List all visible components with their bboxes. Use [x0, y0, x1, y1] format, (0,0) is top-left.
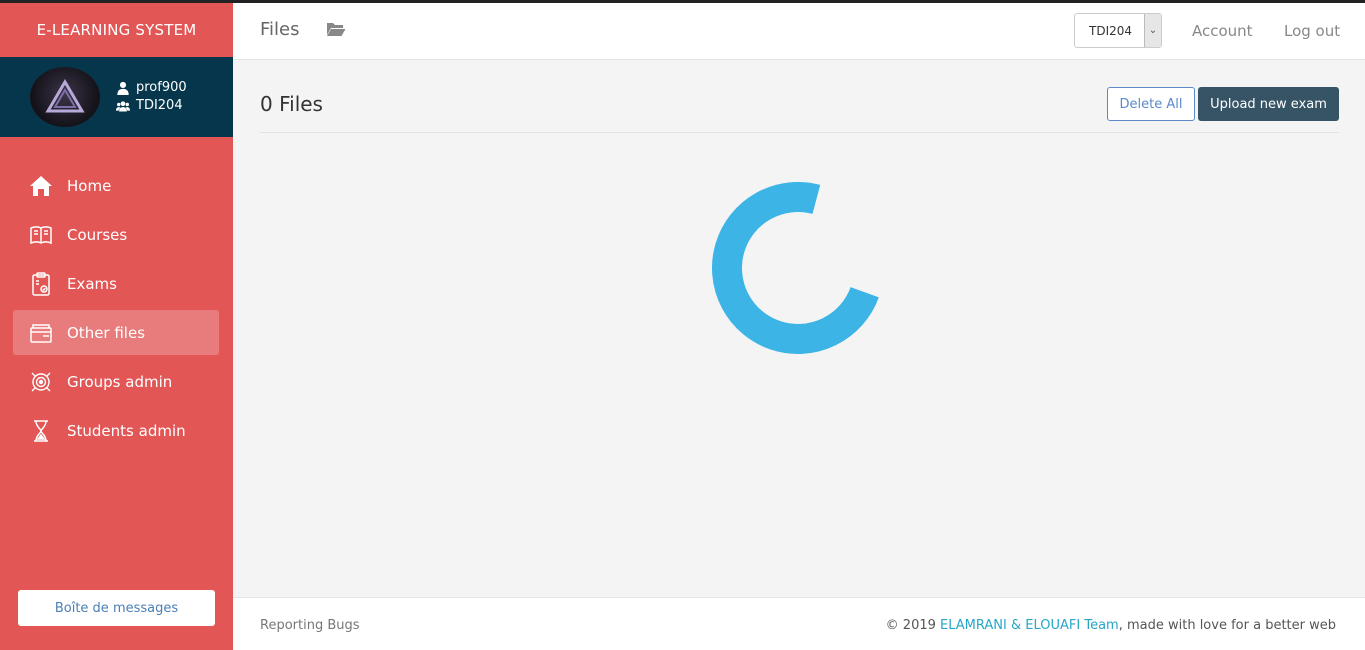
home-icon — [27, 172, 55, 200]
sidebar-item-other-files[interactable]: Other files — [13, 310, 219, 355]
user-info: prof900 TDI204 — [116, 79, 187, 115]
sidebar-item-label: Students admin — [67, 421, 186, 440]
loading-spinner — [712, 182, 879, 354]
sidebar-item-label: Groups admin — [67, 372, 173, 391]
sidebar-item-label: Home — [67, 176, 112, 195]
users-icon — [116, 101, 130, 112]
account-link[interactable]: Account — [1192, 22, 1253, 40]
group-select[interactable]: TDI204 ⌄ — [1074, 13, 1162, 48]
chevron-down-icon[interactable]: ⌄ — [1144, 14, 1161, 47]
exam-clipboard-icon — [27, 270, 55, 298]
sidebar-item-students-admin[interactable]: Students admin — [13, 408, 219, 453]
copyright: © 2019 ELAMRANI & ELOUAFI Team, made wit… — [886, 618, 1336, 633]
footer: Reporting Bugs © 2019 ELAMRANI & ELOUAFI… — [233, 597, 1365, 650]
username: prof900 — [136, 80, 187, 95]
group-select-value: TDI204 — [1089, 23, 1133, 38]
top-border — [0, 0, 1365, 3]
sidebar: E-LEARNING SYSTEM prof900 TDI204 Home Co… — [0, 3, 233, 650]
sidebar-item-label: Courses — [67, 225, 128, 244]
sidebar-item-groups-admin[interactable]: Groups admin — [13, 359, 219, 404]
top-header: Files TDI204 ⌄ Account Log out — [233, 3, 1365, 60]
reporting-bugs-link[interactable]: Reporting Bugs — [260, 618, 360, 633]
logout-link[interactable]: Log out — [1284, 22, 1340, 40]
user-icon — [117, 81, 129, 95]
team-link[interactable]: ELAMRANI & ELOUAFI Team — [940, 618, 1119, 633]
divider — [260, 132, 1339, 133]
files-count: 0 Files — [260, 92, 323, 116]
folder-open-icon — [327, 23, 346, 36]
sidebar-nav: Home Courses Exams Other files Groups ad… — [0, 163, 233, 453]
groups-target-icon — [27, 368, 55, 396]
message-box-button[interactable]: Boîte de messages — [18, 590, 215, 626]
upload-new-exam-button[interactable]: Upload new exam — [1198, 87, 1339, 121]
students-hourglass-icon — [27, 417, 55, 445]
files-icon — [27, 319, 55, 347]
brand-title: E-LEARNING SYSTEM — [36, 21, 197, 39]
avatar — [30, 67, 100, 127]
user-group: TDI204 — [136, 98, 183, 113]
page-title: Files — [260, 19, 300, 40]
copyright-suffix: , made with love for a better web — [1118, 618, 1336, 633]
sidebar-item-label: Exams — [67, 274, 117, 293]
sidebar-item-home[interactable]: Home — [13, 163, 219, 208]
sidebar-item-exams[interactable]: Exams — [13, 261, 219, 306]
triangle-logo-icon — [45, 79, 85, 113]
book-icon — [27, 221, 55, 249]
sidebar-item-courses[interactable]: Courses — [13, 212, 219, 257]
sidebar-item-label: Other files — [67, 323, 146, 342]
delete-all-button[interactable]: Delete All — [1107, 87, 1195, 121]
copyright-prefix: © 2019 — [885, 618, 941, 633]
user-panel: prof900 TDI204 — [0, 57, 233, 137]
